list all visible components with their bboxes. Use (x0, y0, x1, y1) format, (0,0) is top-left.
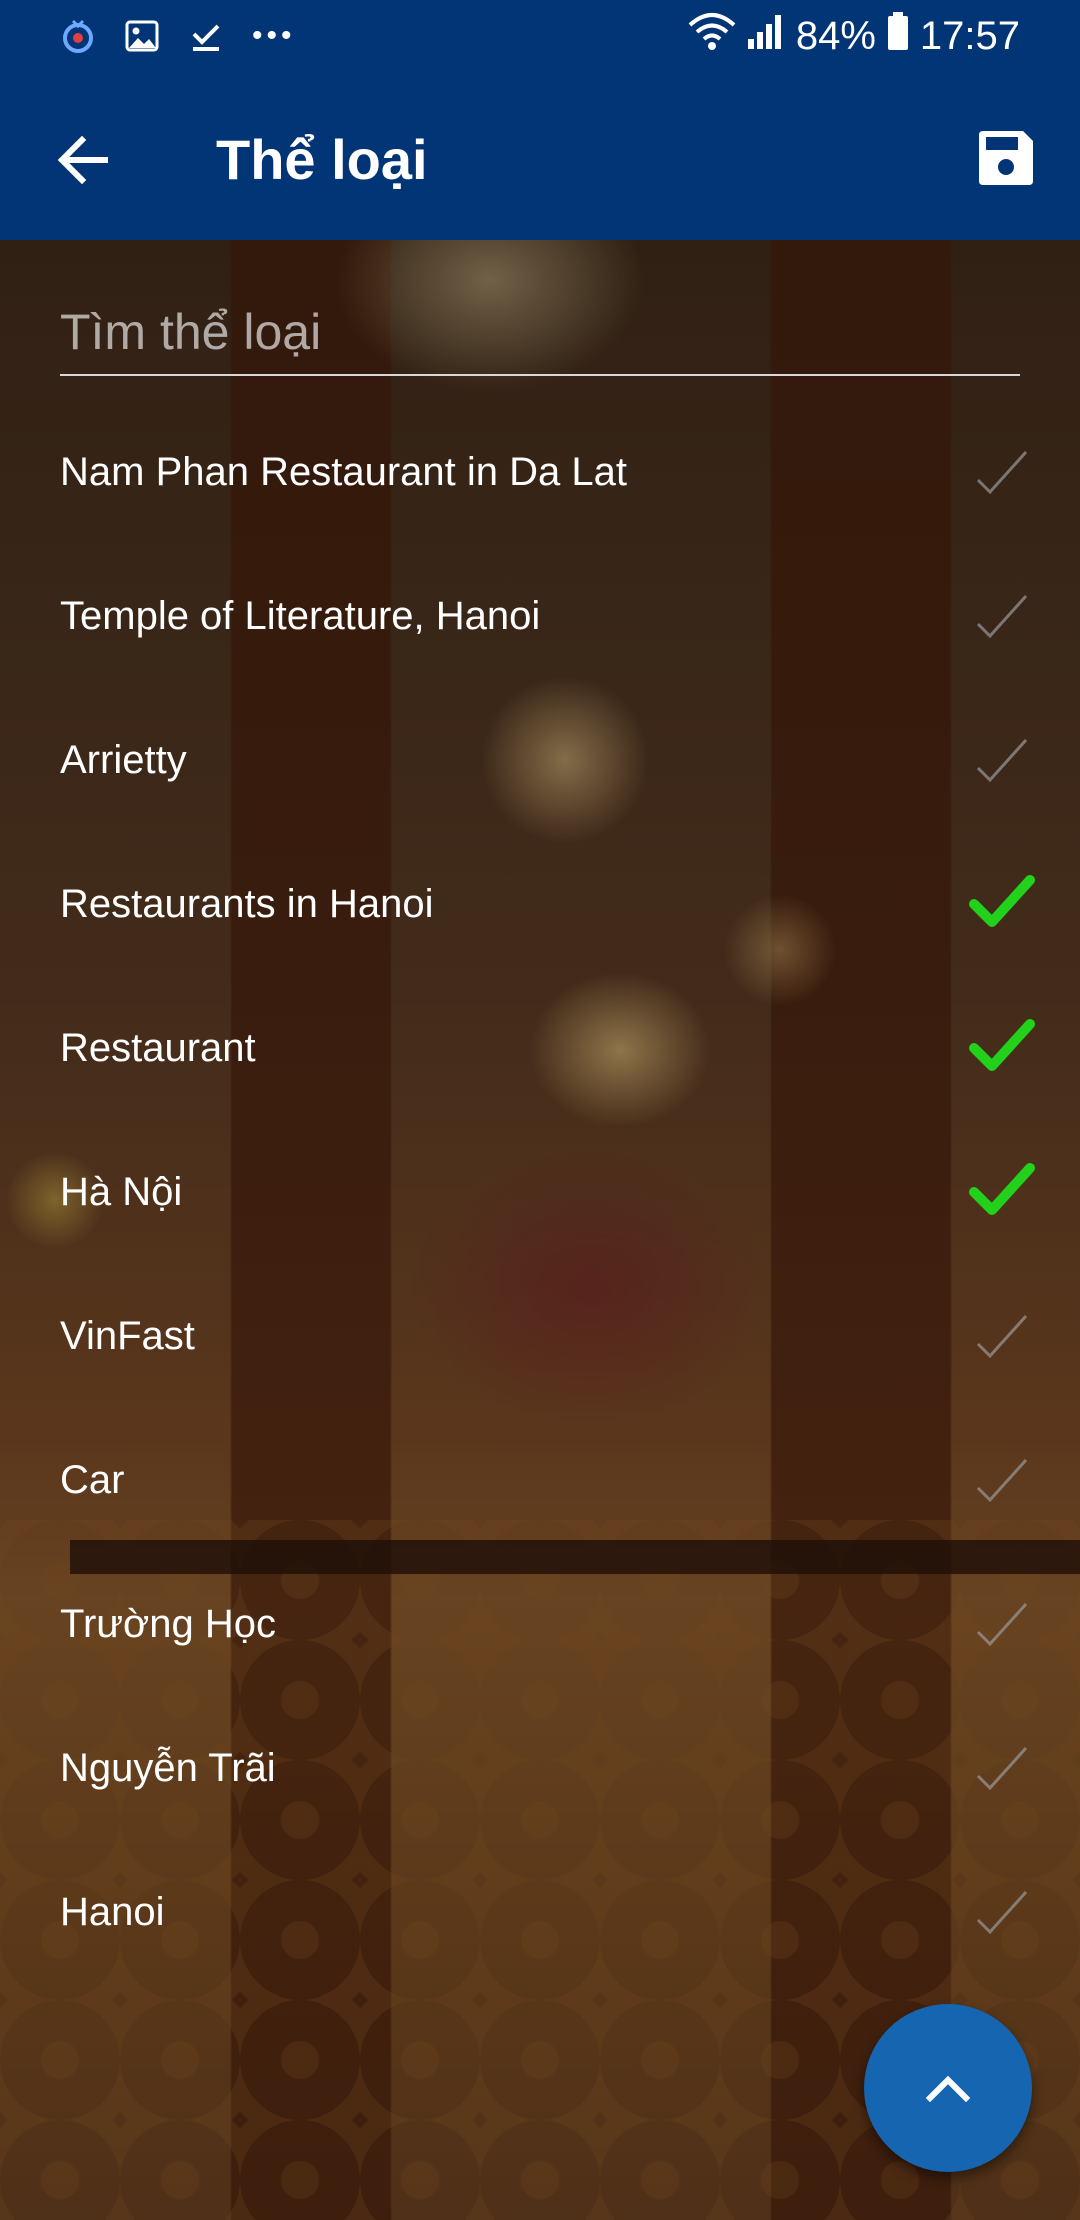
check-icon-unselected[interactable] (964, 434, 1040, 510)
list-item-label: Car (60, 1458, 125, 1502)
search-input[interactable] (60, 297, 1020, 367)
list-item[interactable]: Car (0, 1408, 1080, 1552)
search-field[interactable] (60, 290, 1020, 376)
status-bar: ••• 84% 17:57 (0, 0, 1080, 72)
page-title: Thể loại (216, 128, 428, 191)
check-icon-unselected[interactable] (964, 722, 1040, 798)
list-item-label: Hanoi (60, 1890, 165, 1934)
list-item[interactable]: Nam Phan Restaurant in Da Lat (0, 400, 1080, 544)
list-item-label: Hà Nội (60, 1170, 183, 1214)
signal-icon (746, 11, 786, 61)
check-icon-selected[interactable] (964, 1154, 1040, 1230)
list-item[interactable]: Restaurant (0, 976, 1080, 1120)
check-icon-selected[interactable] (964, 1010, 1040, 1086)
app-bar: Thể loại (0, 72, 1080, 240)
clock: 17:57 (919, 13, 1020, 58)
floppy-disk-icon (979, 131, 1033, 185)
list-item[interactable]: Temple of Literature, Hanoi (0, 544, 1080, 688)
scroll-top-button[interactable] (864, 2004, 1032, 2172)
category-list: Nam Phan Restaurant in Da Lat Temple of … (0, 400, 1080, 1984)
alarm-icon (60, 18, 96, 54)
check-icon-selected[interactable] (964, 866, 1040, 942)
list-item-label: Restaurants in Hanoi (60, 882, 434, 926)
arrow-left-icon (57, 136, 108, 184)
check-icon-unselected[interactable] (964, 1874, 1040, 1950)
list-item[interactable]: Hà Nội (0, 1120, 1080, 1264)
list-item[interactable]: VinFast (0, 1264, 1080, 1408)
list-item[interactable]: Nguyễn Trãi (0, 1696, 1080, 1840)
check-icon-unselected[interactable] (964, 1442, 1040, 1518)
list-item-label: Nam Phan Restaurant in Da Lat (60, 450, 627, 494)
chevron-up-icon (926, 2075, 970, 2102)
wifi-icon (688, 11, 736, 61)
battery-icon (886, 11, 910, 61)
list-item[interactable]: Restaurants in Hanoi (0, 832, 1080, 976)
check-icon-unselected[interactable] (964, 578, 1040, 654)
list-item-label: Nguyễn Trãi (60, 1746, 276, 1790)
list-item[interactable]: Hanoi (0, 1840, 1080, 1984)
more-dots-icon: ••• (252, 19, 296, 52)
list-item[interactable]: Arrietty (0, 688, 1080, 832)
save-button[interactable] (964, 116, 1048, 200)
image-icon (124, 18, 160, 54)
list-item[interactable]: Trường Học (0, 1552, 1080, 1696)
download-check-icon (188, 18, 224, 54)
check-icon-unselected[interactable] (964, 1730, 1040, 1806)
list-item-label: Arrietty (60, 738, 187, 782)
status-bar-left: ••• (60, 14, 296, 58)
list-item-label: VinFast (60, 1314, 195, 1358)
list-item-label: Trường Học (60, 1602, 277, 1646)
list-item-label: Restaurant (60, 1026, 256, 1070)
battery-percent: 84% (795, 13, 876, 58)
status-bar-right: 84% 17:57 (688, 12, 1020, 60)
back-button[interactable] (44, 120, 124, 200)
list-item-label: Temple of Literature, Hanoi (60, 594, 541, 638)
check-icon-unselected[interactable] (964, 1298, 1040, 1374)
check-icon-unselected[interactable] (964, 1586, 1040, 1662)
